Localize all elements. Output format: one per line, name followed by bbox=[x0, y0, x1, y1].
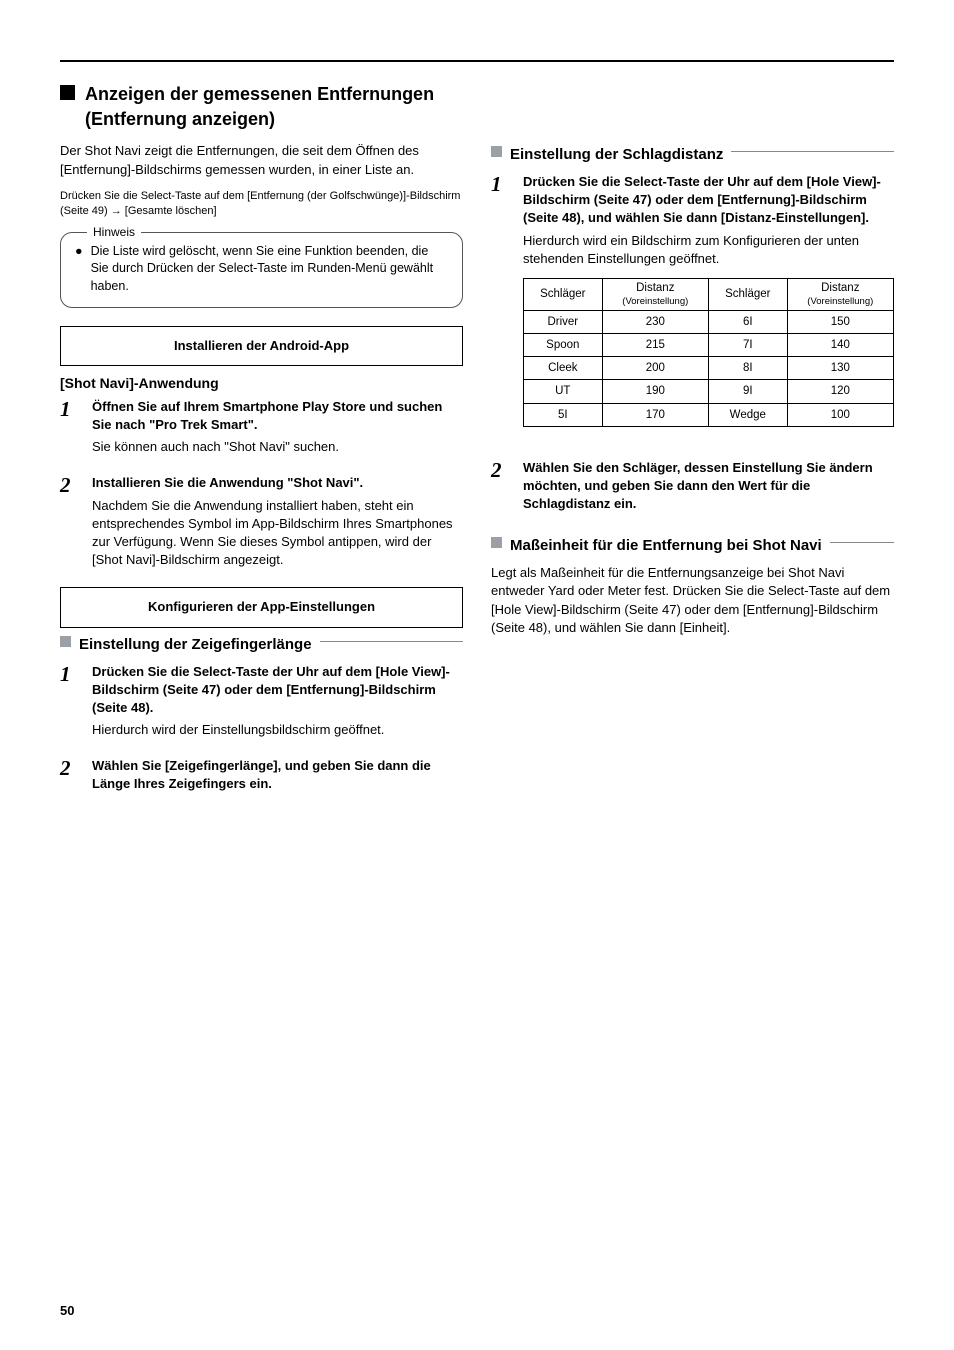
step-title: Drücken Sie die Select-Taste der Uhr auf… bbox=[92, 663, 463, 718]
table-row: Driver 230 6I 150 bbox=[524, 311, 894, 334]
sub-heading-title: Einstellung der Zeigefingerlänge bbox=[79, 634, 312, 655]
table-cell: 100 bbox=[787, 403, 893, 426]
step-text: Sie können auch nach "Shot Navi" suchen. bbox=[92, 438, 463, 456]
table-cell: 190 bbox=[602, 380, 708, 403]
table-cell: Driver bbox=[524, 311, 603, 334]
step-number: 1 bbox=[60, 398, 80, 457]
page-top-rule bbox=[60, 60, 894, 62]
table-cell: 150 bbox=[787, 311, 893, 334]
step-number: 1 bbox=[491, 173, 511, 441]
sub-heading-rule bbox=[830, 542, 894, 543]
table-cell: 140 bbox=[787, 334, 893, 357]
section-lead: Der Shot Navi zeigt die Entfernungen, di… bbox=[60, 142, 463, 178]
table-header: Schläger bbox=[524, 278, 603, 310]
table-cell: 120 bbox=[787, 380, 893, 403]
sub-heading-rule bbox=[731, 151, 894, 152]
table-row: UT 190 9I 120 bbox=[524, 380, 894, 403]
table-row: Cleek 200 8I 130 bbox=[524, 357, 894, 380]
sub-heading-row: Maßeinheit für die Entfernung bei Shot N… bbox=[491, 535, 894, 556]
step-number: 2 bbox=[491, 459, 511, 518]
black-square-icon bbox=[60, 85, 75, 100]
note-title-label: Hinweis bbox=[87, 224, 141, 241]
table-cell: Spoon bbox=[524, 334, 603, 357]
table-header-row: Schläger Distanz(Voreinstellung) Schläge… bbox=[524, 278, 894, 310]
sub-heading-row: Einstellung der Zeigefingerlänge bbox=[60, 634, 463, 655]
step-number: 2 bbox=[60, 757, 80, 797]
step-number: 2 bbox=[60, 474, 80, 569]
step-title: Installieren Sie die Anwendung "Shot Nav… bbox=[92, 474, 463, 492]
step-block: 2 Wählen Sie [Zeigefingerlänge], und geb… bbox=[60, 757, 463, 797]
table-cell: 5I bbox=[524, 403, 603, 426]
table-row: 5I 170 Wedge 100 bbox=[524, 403, 894, 426]
table-cell: 200 bbox=[602, 357, 708, 380]
step-title: Drücken Sie die Select-Taste der Uhr auf… bbox=[523, 173, 894, 228]
gray-square-icon bbox=[491, 146, 502, 157]
step-title: Wählen Sie den Schläger, dessen Einstell… bbox=[523, 459, 894, 514]
step-title: Öffnen Sie auf Ihrem Smartphone Play Sto… bbox=[92, 398, 463, 434]
step-text: Hierdurch wird der Einstellungsbildschir… bbox=[92, 721, 463, 739]
gray-square-icon bbox=[491, 537, 502, 548]
table-cell: Wedge bbox=[708, 403, 787, 426]
cross-reference: Drücken Sie die Select-Taste auf dem [En… bbox=[60, 189, 463, 220]
section-title: Anzeigen der gemessenen Entfernungen (En… bbox=[85, 82, 463, 132]
step-number: 1 bbox=[60, 663, 80, 740]
table-cell: 130 bbox=[787, 357, 893, 380]
right-column: Einstellung der Schlagdistanz 1 Drücken … bbox=[491, 82, 894, 816]
table-header: Schläger bbox=[708, 278, 787, 310]
table-cell: 215 bbox=[602, 334, 708, 357]
sub-heading-row: Einstellung der Schlagdistanz bbox=[491, 144, 894, 165]
box-heading-configure: Konfigurieren der App-Einstellungen bbox=[60, 587, 463, 627]
step-text: Hierdurch wird ein Bildschirm zum Konfig… bbox=[523, 232, 894, 268]
note-text: Die Liste wird gelöscht, wenn Sie eine F… bbox=[91, 243, 448, 296]
note-box: Hinweis ● Die Liste wird gelöscht, wenn … bbox=[60, 232, 463, 309]
table-row: Spoon 215 7I 140 bbox=[524, 334, 894, 357]
gray-square-icon bbox=[60, 636, 71, 647]
page-number: 50 bbox=[60, 1302, 74, 1320]
table-cell: UT bbox=[524, 380, 603, 403]
table-cell: 6I bbox=[708, 311, 787, 334]
sub-heading-rule bbox=[320, 641, 463, 642]
table-cell: 8I bbox=[708, 357, 787, 380]
step-block: 1 Drücken Sie die Select-Taste der Uhr a… bbox=[491, 173, 894, 441]
table-cell: 9I bbox=[708, 380, 787, 403]
step-block: 1 Öffnen Sie auf Ihrem Smartphone Play S… bbox=[60, 398, 463, 457]
step-text: Nachdem Sie die Anwendung installiert ha… bbox=[92, 497, 463, 570]
step-block: 2 Installieren Sie die Anwendung "Shot N… bbox=[60, 474, 463, 569]
table-cell: 170 bbox=[602, 403, 708, 426]
left-column: Anzeigen der gemessenen Entfernungen (En… bbox=[60, 82, 463, 816]
bullet-icon: ● bbox=[75, 243, 83, 296]
content-columns: Anzeigen der gemessenen Entfernungen (En… bbox=[60, 82, 894, 816]
paragraph: Legt als Maßeinheit für die Entfernungsa… bbox=[491, 564, 894, 637]
sub-heading-title: Einstellung der Schlagdistanz bbox=[510, 144, 723, 165]
step-block: 2 Wählen Sie den Schläger, dessen Einste… bbox=[491, 459, 894, 518]
table-cell: 230 bbox=[602, 311, 708, 334]
step-title: Wählen Sie [Zeigefingerlänge], und geben… bbox=[92, 757, 463, 793]
subsection-title: [Shot Navi]-Anwendung bbox=[60, 374, 463, 394]
table-header: Distanz(Voreinstellung) bbox=[787, 278, 893, 310]
section-heading: Anzeigen der gemessenen Entfernungen (En… bbox=[60, 82, 463, 132]
box-heading-install: Installieren der Android-App bbox=[60, 326, 463, 366]
preset-distance-table: Schläger Distanz(Voreinstellung) Schläge… bbox=[523, 278, 894, 427]
table-header: Distanz(Voreinstellung) bbox=[602, 278, 708, 310]
table-cell: Cleek bbox=[524, 357, 603, 380]
step-block: 1 Drücken Sie die Select-Taste der Uhr a… bbox=[60, 663, 463, 740]
table-cell: 7I bbox=[708, 334, 787, 357]
sub-heading-title: Maßeinheit für die Entfernung bei Shot N… bbox=[510, 535, 822, 556]
